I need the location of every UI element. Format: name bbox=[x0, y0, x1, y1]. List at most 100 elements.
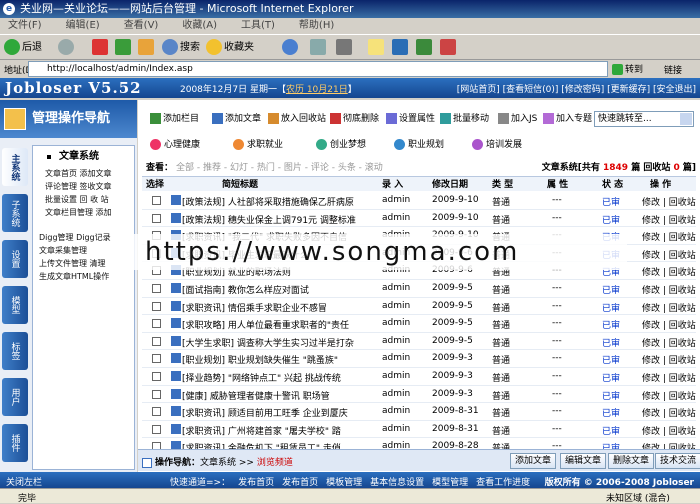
tab-subsystem[interactable]: 子系统 bbox=[2, 194, 28, 232]
sidebar-link-row[interactable]: 上传文件管理 清理 bbox=[39, 258, 106, 269]
tab-tags[interactable]: 标签 bbox=[2, 332, 28, 370]
tab-plugins[interactable]: 插件 bbox=[2, 424, 28, 462]
row-title[interactable]: [求职资讯] 情侣乘手求职企业不感冒 bbox=[182, 301, 377, 314]
edit-button[interactable] bbox=[368, 38, 386, 58]
row-status[interactable]: 已审 bbox=[602, 336, 632, 349]
row-checkbox[interactable] bbox=[152, 407, 161, 417]
row-title[interactable]: [职业规划] 职业规划缺失催生 "跳蚤族" bbox=[182, 353, 377, 366]
go-button[interactable]: 转到 bbox=[612, 62, 643, 75]
category-link[interactable]: 培训发展 bbox=[472, 137, 522, 150]
row-ops[interactable]: 修改 | 回收站 bbox=[642, 301, 696, 314]
lunar-date-link[interactable]: 农历 10月21日 bbox=[286, 85, 348, 95]
tab-model[interactable]: 模型 bbox=[2, 286, 28, 324]
sidebar-link-row[interactable]: 批量设置 回 收 站 bbox=[45, 194, 109, 205]
sidebar-link-row[interactable]: 文章栏目管理 添加 bbox=[45, 207, 112, 218]
sidebar-link-row[interactable]: 文章采集管理 bbox=[39, 245, 87, 256]
row-ops[interactable]: 修改 | 回收站 bbox=[642, 389, 696, 402]
back-button[interactable]: 后退 bbox=[4, 38, 42, 58]
row-title[interactable]: [面试指南] 教你怎么样应对面试 bbox=[182, 283, 377, 296]
shortcut-link[interactable]: 发布首页 bbox=[238, 478, 274, 488]
row-status[interactable]: 已审 bbox=[602, 318, 632, 331]
row-checkbox[interactable] bbox=[152, 213, 161, 223]
row-ops[interactable]: 修改 | 回收站 bbox=[642, 230, 696, 243]
tab-settings[interactable]: 设置 bbox=[2, 240, 28, 278]
row-ops[interactable]: 修改 | 回收站 bbox=[642, 283, 696, 296]
row-title[interactable]: [政策法规] 人社部将采取措施确保乙肝病原 bbox=[182, 195, 377, 208]
category-link[interactable]: 求职就业 bbox=[233, 137, 283, 150]
header-links[interactable]: [网站首页] [查看短信(0)] [修改密码] [更新缓存] [安全退出] bbox=[457, 82, 696, 95]
links-button[interactable]: 链接 bbox=[664, 63, 682, 76]
shortcut-link[interactable]: 模板管理 bbox=[326, 478, 362, 488]
sidebar-link-row[interactable]: 评论管理 签收文章 bbox=[45, 181, 112, 192]
menu-help[interactable]: 帮助(H) bbox=[299, 20, 334, 31]
tab-main-system[interactable]: 主系统 bbox=[2, 148, 28, 186]
add-column-button[interactable]: 添加栏目 bbox=[150, 111, 199, 127]
delete-article-button[interactable]: 删除文章 bbox=[608, 453, 655, 469]
breadcrumb-item[interactable]: 文章系统 >> bbox=[200, 458, 257, 468]
row-status[interactable]: 已审 bbox=[602, 389, 632, 402]
category-link[interactable]: 创业梦想 bbox=[316, 137, 366, 150]
row-checkbox[interactable] bbox=[152, 196, 161, 205]
add-article-button[interactable]: 添加文章 bbox=[212, 111, 261, 127]
mail-button[interactable] bbox=[310, 38, 328, 58]
favorites-button[interactable]: 收藏夹 bbox=[206, 38, 254, 58]
forward-button[interactable] bbox=[58, 38, 76, 58]
row-status[interactable]: 已审 bbox=[602, 195, 632, 208]
close-left-column-button[interactable]: 关闭左栏 bbox=[6, 475, 42, 488]
media-button[interactable] bbox=[282, 38, 300, 58]
row-ops[interactable]: 修改 | 回收站 bbox=[642, 336, 696, 349]
set-attributes-button[interactable]: 设置属性 bbox=[386, 111, 435, 127]
search-button[interactable]: 搜索 bbox=[162, 38, 200, 58]
sidebar-link-row[interactable]: 生成文章HTML操作 bbox=[39, 271, 109, 282]
menu-tools[interactable]: 工具(T) bbox=[241, 20, 275, 31]
menu-edit[interactable]: 编辑(E) bbox=[66, 20, 100, 31]
row-status[interactable]: 已审 bbox=[602, 424, 632, 437]
sidebar-link-row[interactable]: Digg管理 Digg记录 bbox=[39, 232, 111, 243]
shortcut-link[interactable]: 模型管理 bbox=[432, 478, 468, 488]
menu-favorites[interactable]: 收藏(A) bbox=[182, 20, 217, 31]
row-checkbox[interactable] bbox=[152, 389, 161, 399]
row-checkbox[interactable] bbox=[152, 301, 161, 311]
row-checkbox[interactable] bbox=[152, 424, 161, 434]
row-ops[interactable]: 修改 | 回收站 bbox=[642, 213, 696, 226]
row-ops[interactable]: 修改 | 回收站 bbox=[642, 371, 696, 384]
tech-exchange-button[interactable]: 技术交流 bbox=[655, 453, 700, 469]
row-checkbox[interactable] bbox=[152, 336, 161, 346]
edit-article-button[interactable]: 编辑文章 bbox=[560, 453, 607, 469]
menu-file[interactable]: 文件(F) bbox=[8, 20, 42, 31]
row-checkbox[interactable] bbox=[152, 372, 161, 381]
add-js-button[interactable]: 加入JS bbox=[498, 111, 537, 127]
row-title[interactable]: [择业趋势] "网络钟点工" 兴起 挑战传统 bbox=[182, 371, 377, 384]
row-status[interactable]: 已审 bbox=[602, 353, 632, 366]
address-input[interactable]: http://localhost/admin/Index.asp bbox=[28, 61, 608, 77]
print-button[interactable] bbox=[336, 38, 354, 58]
tab-users[interactable]: 用户 bbox=[2, 378, 28, 416]
recycle-button[interactable]: 放入回收站 bbox=[268, 111, 326, 127]
add-topic-button[interactable]: 加入专题 bbox=[543, 111, 592, 127]
shortcut-link[interactable]: 查看工作进度 bbox=[476, 478, 530, 488]
extra-button[interactable] bbox=[440, 38, 458, 58]
row-ops[interactable]: 修改 | 回收站 bbox=[642, 424, 696, 437]
row-title[interactable]: [求职攻略] 用人单位最看重求职者的"责任 bbox=[182, 318, 377, 331]
research-button[interactable] bbox=[416, 38, 434, 58]
row-title[interactable]: [求职资讯] 顾适目前用工旺季 企业到厦庆 bbox=[182, 406, 377, 419]
row-ops[interactable]: 修改 | 回收站 bbox=[642, 248, 696, 261]
quick-jump-select[interactable]: 快速跳转至... bbox=[594, 111, 694, 127]
row-checkbox[interactable] bbox=[152, 319, 161, 329]
row-ops[interactable]: 修改 | 回收站 bbox=[642, 353, 696, 366]
filter-links[interactable]: 全部 - 推荐 - 幻灯 - 热门 - 图片 - 评论 - 头条 - 滚动 bbox=[176, 160, 383, 173]
shortcut-link[interactable]: 基本信息设置 bbox=[370, 478, 424, 488]
messenger-button[interactable] bbox=[392, 38, 410, 58]
batch-move-button[interactable]: 批量移动 bbox=[440, 111, 489, 127]
delete-button[interactable]: 彻底删除 bbox=[330, 111, 379, 127]
row-title[interactable]: [求职资讯] 广州将建首家 "屠夫学校" 踏 bbox=[182, 424, 377, 437]
row-status[interactable]: 已审 bbox=[602, 301, 632, 314]
stop-button[interactable] bbox=[92, 38, 110, 58]
row-ops[interactable]: 修改 | 回收站 bbox=[642, 406, 696, 419]
add-article-bottom-button[interactable]: 添加文章 bbox=[510, 453, 557, 469]
category-link[interactable]: 职业规划 bbox=[394, 137, 444, 150]
row-title[interactable]: [健康] 威胁管理者健康十警讯 职场管 bbox=[182, 389, 377, 402]
menu-view[interactable]: 查看(V) bbox=[124, 20, 159, 31]
row-status[interactable]: 已审 bbox=[602, 283, 632, 296]
row-title[interactable]: [政策法规] 穗失业保金上调791元 调整标准 bbox=[182, 213, 377, 226]
